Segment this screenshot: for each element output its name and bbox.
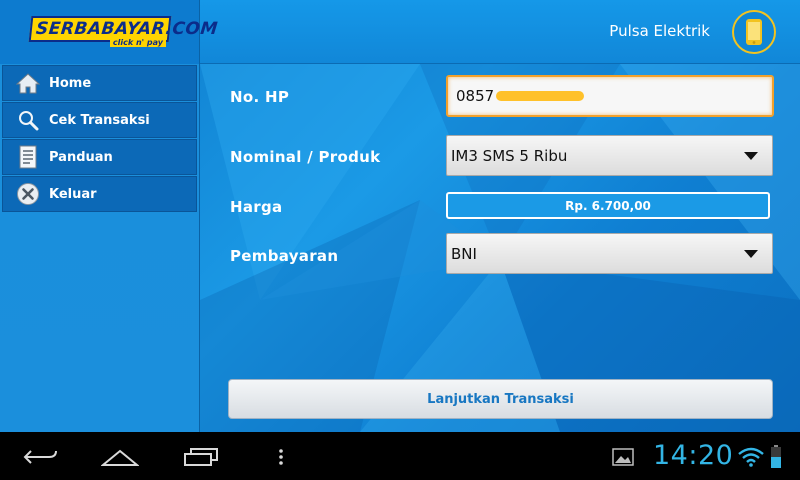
dropdown-arrow-icon — [744, 152, 758, 160]
price-label: Harga — [230, 198, 283, 216]
gallery-icon[interactable] — [610, 442, 636, 472]
sidebar-item-home[interactable]: Home — [2, 65, 197, 101]
status-clock: 14:20 — [653, 440, 734, 471]
nominal-label: Nominal / Produk — [230, 148, 381, 166]
payment-label: Pembayaran — [230, 247, 339, 265]
header: SERBABAYAR.COM click n' pay Pulsa Elektr… — [0, 0, 800, 64]
back-icon[interactable] — [20, 442, 62, 472]
sidebar-item-label: Keluar — [49, 186, 97, 202]
sidebar-item-panduan[interactable]: Panduan — [2, 139, 197, 175]
close-icon — [11, 177, 45, 211]
sidebar-item-label: Panduan — [49, 149, 113, 165]
redacted-mask — [496, 91, 585, 101]
wifi-icon — [737, 442, 765, 472]
nominal-select[interactable]: IM3 SMS 5 Ribu — [446, 135, 773, 176]
phone-icon — [732, 10, 776, 54]
page-title: Pulsa Elektrik — [609, 22, 710, 40]
sidebar-item-label: Home — [49, 75, 92, 91]
logo-tagline: click n' pay — [109, 38, 166, 47]
nominal-value: IM3 SMS 5 Ribu — [451, 146, 568, 165]
battery-icon — [768, 442, 784, 472]
sidebar-item-label: Cek Transaksi — [49, 112, 150, 128]
phone-value: 0857 — [456, 87, 495, 105]
payment-value: BNI — [451, 244, 477, 263]
price-value: Rp. 6.700,00 — [565, 198, 651, 213]
document-icon — [11, 140, 45, 174]
sidebar-item-keluar[interactable]: Keluar — [2, 176, 197, 212]
home-icon[interactable] — [99, 442, 141, 472]
serbabayar-logo: SERBABAYAR.COM click n' pay — [28, 16, 219, 47]
logo-area: SERBABAYAR.COM click n' pay — [0, 0, 219, 64]
phone-label: No. HP — [230, 88, 290, 106]
home-icon — [11, 66, 45, 100]
payment-select[interactable]: BNI — [446, 233, 773, 274]
dropdown-arrow-icon — [744, 250, 758, 258]
continue-transaction-button[interactable]: Lanjutkan Transaksi — [228, 379, 773, 419]
recent-apps-icon[interactable] — [181, 442, 221, 472]
search-icon — [11, 103, 45, 137]
phone-number-field[interactable]: 0857 — [446, 75, 774, 117]
sidebar: Home Cek Transaksi Panduan Keluar — [0, 64, 200, 432]
price-value-box: Rp. 6.700,00 — [446, 192, 770, 219]
menu-icon[interactable] — [274, 442, 288, 472]
app-window: SERBABAYAR.COM click n' pay Pulsa Elektr… — [0, 0, 800, 432]
sidebar-item-cek-transaksi[interactable]: Cek Transaksi — [2, 102, 197, 138]
